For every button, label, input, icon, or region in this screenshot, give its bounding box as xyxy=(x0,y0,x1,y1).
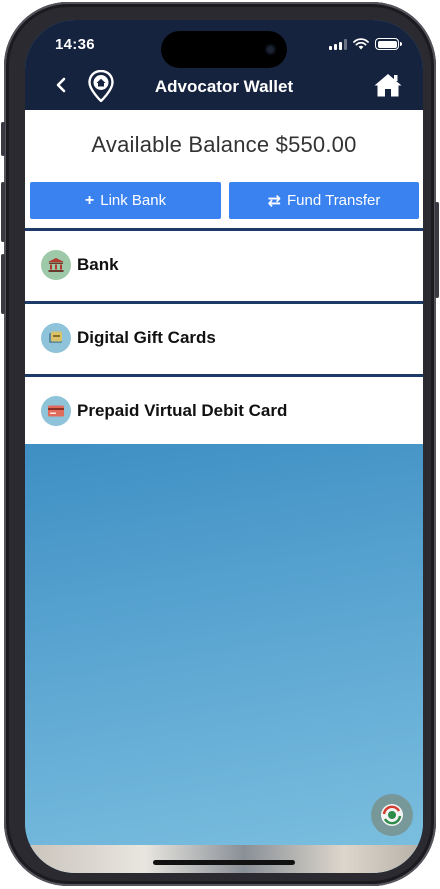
status-icons xyxy=(329,38,402,50)
home-indicator[interactable] xyxy=(153,860,295,865)
home-icon[interactable] xyxy=(373,72,403,98)
debit-card-icon xyxy=(41,395,71,426)
wifi-icon xyxy=(353,38,369,50)
link-bank-button[interactable]: + Link Bank xyxy=(30,182,221,219)
fund-transfer-label: Fund Transfer xyxy=(287,192,381,209)
volume-up-button xyxy=(1,182,5,242)
action-button xyxy=(1,122,5,156)
page-title: Advocator Wallet xyxy=(154,77,294,96)
bank-icon xyxy=(41,249,71,280)
link-bank-label: Link Bank xyxy=(100,192,167,209)
background-area xyxy=(25,444,423,873)
list-item-label: Digital Gift Cards xyxy=(77,327,216,347)
list-item-label: Bank xyxy=(77,254,119,274)
background-photo xyxy=(25,845,423,873)
list-item-digital-gift-cards[interactable]: Digital Gift Cards xyxy=(25,301,423,371)
transfer-arrows-icon: ⇄ xyxy=(267,192,281,210)
top-bar: 14:36 Advocator Wallet xyxy=(25,20,423,110)
wallet-panel: Available Balance $550.00 + Link Bank ⇄ … xyxy=(25,110,423,444)
list-item-prepaid-virtual-debit-card[interactable]: Prepaid Virtual Debit Card xyxy=(25,374,423,444)
power-button xyxy=(435,202,439,298)
battery-icon xyxy=(375,38,402,50)
phone-frame: 14:36 Advocator Wallet Available Balance… xyxy=(1,2,439,886)
list-item-bank[interactable]: Bank xyxy=(25,228,423,298)
screen: 14:36 Advocator Wallet Available Balance… xyxy=(25,20,423,873)
fund-transfer-button[interactable]: ⇄ Fund Transfer xyxy=(229,182,419,219)
chat-fab-button[interactable] xyxy=(371,794,413,836)
money-refresh-icon xyxy=(381,804,403,826)
gift-card-icon xyxy=(41,322,71,353)
available-balance: Available Balance $550.00 xyxy=(91,132,357,157)
list-item-label: Prepaid Virtual Debit Card xyxy=(77,400,288,420)
volume-down-button xyxy=(1,254,5,314)
status-time: 14:36 xyxy=(55,36,95,53)
signal-icon xyxy=(329,38,347,50)
plus-icon: + xyxy=(84,191,95,209)
dynamic-island xyxy=(161,31,287,68)
camera-icon xyxy=(265,44,276,55)
